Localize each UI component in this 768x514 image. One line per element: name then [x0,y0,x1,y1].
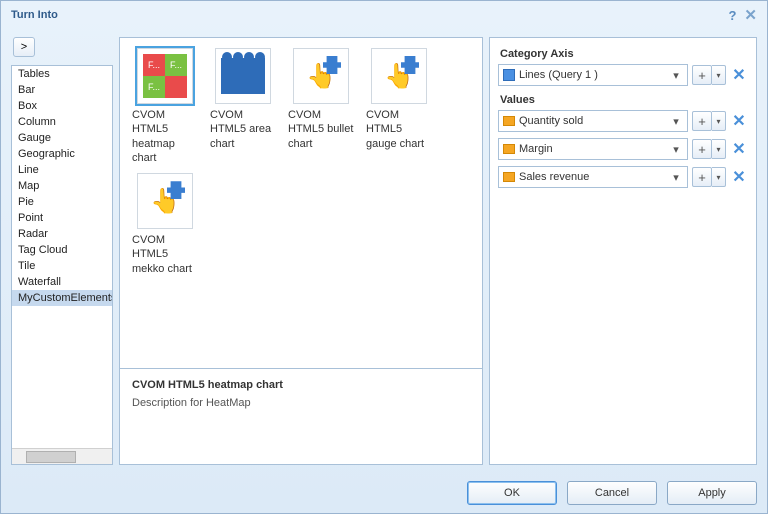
dimension-icon [503,69,515,81]
chart-item[interactable]: 👆CVOM HTML5 gauge chart [362,46,436,167]
puzzle-icon: 👆 [137,173,193,229]
sidebar-item[interactable]: Point [12,210,112,226]
sidebar-item[interactable]: Tile [12,258,112,274]
remove-value-button[interactable]: ✕ [730,139,748,159]
chart-item[interactable]: CVOM HTML5 area chart [206,46,280,167]
add-value-button[interactable]: + [692,167,712,187]
sidebar-scrollbar[interactable] [12,448,112,464]
sidebar-item[interactable]: MyCustomElements [12,290,112,306]
sidebar-item[interactable]: Waterfall [12,274,112,290]
dialog-title: Turn Into [11,9,58,21]
config-panel: Category Axis Lines (Query 1 ) ▾ + ▾ ✕ V… [489,37,757,465]
sidebar-item[interactable]: Bar [12,82,112,98]
value-combo[interactable]: Margin▾ [498,138,688,160]
close-icon[interactable]: ✕ [744,6,757,24]
help-icon[interactable]: ? [728,8,736,23]
cancel-button[interactable]: Cancel [567,481,657,505]
chart-item[interactable]: F...F...F...CVOM HTML5 heatmap chart [128,46,202,167]
measure-icon [503,144,515,154]
category-axis-combo[interactable]: Lines (Query 1 ) ▾ [498,64,688,86]
chart-item-label: CVOM HTML5 area chart [208,108,278,151]
turn-into-dialog: Turn Into ? ✕ > TablesBarBoxColumnGaugeG… [0,0,768,514]
puzzle-icon: 👆 [371,48,427,104]
chart-item-label: CVOM HTML5 bullet chart [286,108,356,151]
chevron-down-icon: ▾ [669,171,683,184]
chevron-down-icon: ▾ [669,69,683,82]
puzzle-icon: 👆 [293,48,349,104]
heatmap-icon: F...F...F... [137,48,193,104]
add-value-dropdown[interactable]: ▾ [712,111,726,131]
remove-category-button[interactable]: ✕ [730,65,748,85]
sidebar-item[interactable]: Gauge [12,130,112,146]
value-combo[interactable]: Quantity sold▾ [498,110,688,132]
sidebar-item[interactable]: Geographic [12,146,112,162]
description-panel: CVOM HTML5 heatmap chart Description for… [120,368,482,464]
titlebar: Turn Into ? ✕ [1,1,767,29]
sidebar-item[interactable]: Pie [12,194,112,210]
expand-button[interactable]: > [13,37,35,57]
value-combo[interactable]: Sales revenue▾ [498,166,688,188]
add-value-dropdown[interactable]: ▾ [712,167,726,187]
sidebar-item[interactable]: Tag Cloud [12,242,112,258]
value-combo-text: Quantity sold [519,115,669,127]
remove-value-button[interactable]: ✕ [730,111,748,131]
value-combo-text: Margin [519,143,669,155]
add-category-button[interactable]: + [692,65,712,85]
chevron-down-icon: ▾ [669,115,683,128]
add-value-button[interactable]: + [692,111,712,131]
add-category-dropdown[interactable]: ▾ [712,65,726,85]
sidebar-item[interactable]: Box [12,98,112,114]
sidebar-item[interactable]: Line [12,162,112,178]
ok-button[interactable]: OK [467,481,557,505]
value-combo-text: Sales revenue [519,171,669,183]
add-value-dropdown[interactable]: ▾ [712,139,726,159]
chevron-down-icon: ▾ [669,143,683,156]
sidebar-item[interactable]: Tables [12,66,112,82]
sidebar-item[interactable]: Map [12,178,112,194]
remove-value-button[interactable]: ✕ [730,167,748,187]
values-label: Values [500,94,748,106]
sidebar-item[interactable]: Column [12,114,112,130]
chart-item-label: CVOM HTML5 heatmap chart [130,108,200,165]
category-sidebar: TablesBarBoxColumnGaugeGeographicLineMap… [11,65,113,465]
measure-icon [503,172,515,182]
sidebar-item[interactable]: Radar [12,226,112,242]
dialog-footer: OK Cancel Apply [467,481,757,505]
chart-panel: F...F...F...CVOM HTML5 heatmap chartCVOM… [119,37,483,465]
add-value-button[interactable]: + [692,139,712,159]
chart-item[interactable]: 👆CVOM HTML5 mekko chart [128,171,202,278]
measure-icon [503,116,515,126]
apply-button[interactable]: Apply [667,481,757,505]
chart-item-label: CVOM HTML5 gauge chart [364,108,434,151]
category-axis-value: Lines (Query 1 ) [519,69,669,81]
category-axis-label: Category Axis [500,48,748,60]
chart-item[interactable]: 👆CVOM HTML5 bullet chart [284,46,358,167]
description-title: CVOM HTML5 heatmap chart [132,379,470,391]
description-text: Description for HeatMap [132,397,470,409]
chart-item-label: CVOM HTML5 mekko chart [130,233,200,276]
area-icon [215,48,271,104]
